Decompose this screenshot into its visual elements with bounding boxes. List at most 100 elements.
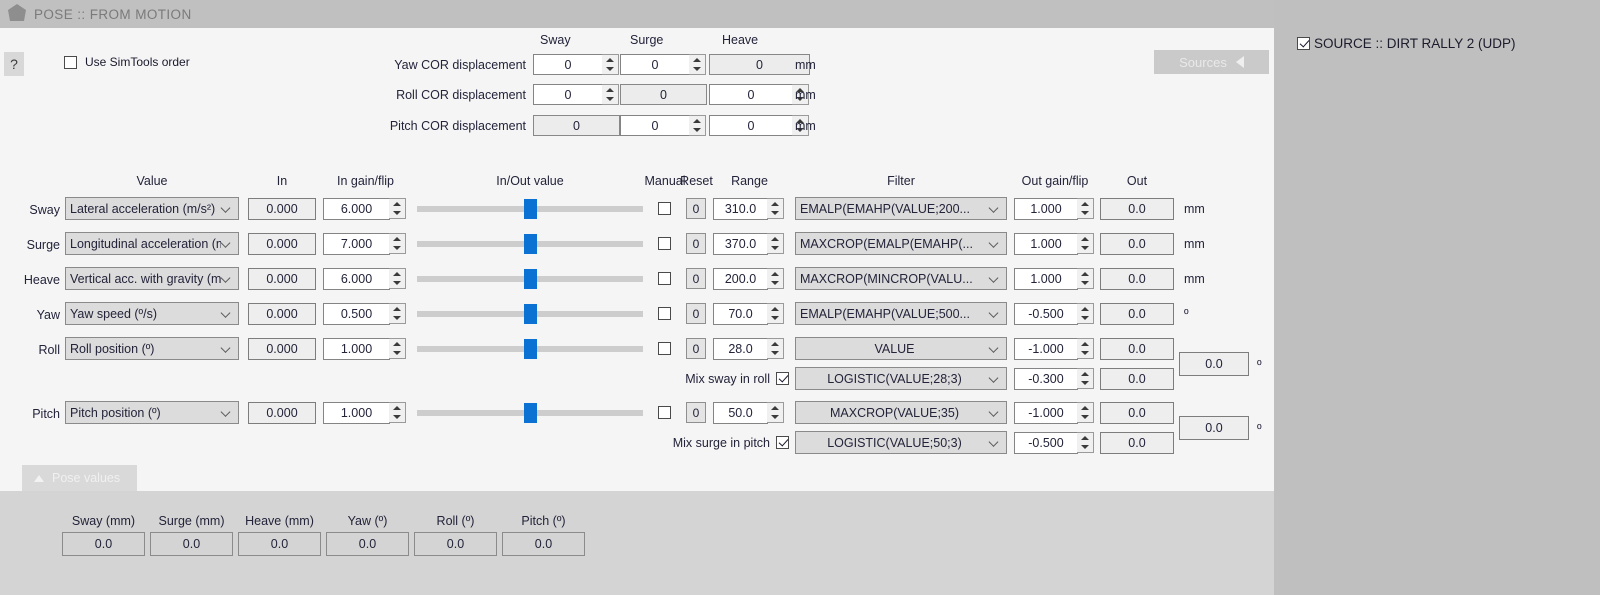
range-spinner-roll[interactable] bbox=[767, 338, 784, 359]
reset-button-roll[interactable]: 0 bbox=[686, 338, 706, 359]
out-gain-input-surge[interactable]: 1.000 bbox=[1014, 233, 1078, 255]
in-gain-input-surge[interactable]: 7.000 bbox=[323, 233, 390, 255]
source-enabled-checkbox[interactable] bbox=[1297, 37, 1310, 50]
slider-thumb-heave[interactable] bbox=[523, 269, 537, 289]
in-gain-spinner-yaw[interactable] bbox=[389, 303, 406, 324]
range-spinner-surge[interactable] bbox=[767, 233, 784, 254]
manual-checkbox-heave[interactable] bbox=[658, 272, 671, 285]
value-select-roll[interactable]: Roll position (º) bbox=[65, 337, 239, 360]
range-spinner-yaw[interactable] bbox=[767, 303, 784, 324]
out-gain-input-sway[interactable]: 1.000 bbox=[1014, 198, 1078, 220]
reset-button-sway[interactable]: 0 bbox=[686, 198, 706, 219]
mix-checkbox-mix-sway-in-roll[interactable] bbox=[776, 372, 789, 385]
out-gain-spinner-surge[interactable] bbox=[1077, 233, 1094, 254]
mix-out-gain-spinner-mix-surge-in-pitch[interactable] bbox=[1077, 432, 1094, 453]
manual-checkbox-surge[interactable] bbox=[658, 237, 671, 250]
slider-thumb-surge[interactable] bbox=[523, 234, 537, 254]
slider-thumb-sway[interactable] bbox=[523, 199, 537, 219]
range-input-yaw[interactable]: 70.0 bbox=[713, 303, 768, 325]
slider-thumb-roll[interactable] bbox=[523, 339, 537, 359]
in-gain-spinner-surge[interactable] bbox=[389, 233, 406, 254]
out-gain-input-heave[interactable]: 1.000 bbox=[1014, 268, 1078, 290]
in-gain-spinner-pitch[interactable] bbox=[389, 402, 406, 423]
out-gain-spinner-roll[interactable] bbox=[1077, 338, 1094, 359]
in-gain-spinner-roll[interactable] bbox=[389, 338, 406, 359]
range-input-pitch[interactable]: 50.0 bbox=[713, 402, 768, 424]
mix-filter-select-mix-surge-in-pitch[interactable]: LOGISTIC(VALUE;50;3) bbox=[795, 431, 1007, 454]
cor-yaw-surge-spinner[interactable] bbox=[689, 54, 706, 75]
mix-out-gain-input-mix-surge-in-pitch[interactable]: -0.500 bbox=[1014, 432, 1078, 454]
inout-slider-pitch[interactable] bbox=[417, 402, 643, 424]
cor-pitch-surge-spinner[interactable] bbox=[689, 115, 706, 136]
chevron-down-icon bbox=[989, 368, 1002, 389]
inout-slider-sway[interactable] bbox=[417, 198, 643, 220]
reset-button-pitch[interactable]: 0 bbox=[686, 402, 706, 423]
value-select-yaw[interactable]: Yaw speed (º/s) bbox=[65, 302, 239, 325]
range-input-heave[interactable]: 200.0 bbox=[713, 268, 768, 290]
in-gain-input-yaw[interactable]: 0.500 bbox=[323, 303, 390, 325]
filter-select-roll[interactable]: VALUE bbox=[795, 337, 1007, 360]
manual-checkbox-roll[interactable] bbox=[658, 342, 671, 355]
slider-thumb-pitch[interactable] bbox=[523, 403, 537, 423]
inout-slider-heave[interactable] bbox=[417, 268, 643, 290]
source-dirt-rally-2-row[interactable]: SOURCE :: DIRT RALLY 2 (UDP) bbox=[1297, 36, 1516, 51]
out-gain-spinner-sway[interactable] bbox=[1077, 198, 1094, 219]
range-input-roll[interactable]: 28.0 bbox=[713, 338, 768, 360]
in-gain-input-roll[interactable]: 1.000 bbox=[323, 338, 390, 360]
out-gain-spinner-yaw[interactable] bbox=[1077, 303, 1094, 324]
cor-roll-sway-input[interactable]: 0 bbox=[533, 84, 603, 105]
cor-yaw-sway-input[interactable]: 0 bbox=[533, 54, 603, 75]
in-gain-input-sway[interactable]: 6.000 bbox=[323, 198, 390, 220]
inout-slider-roll[interactable] bbox=[417, 338, 643, 360]
out-gain-spinner-heave[interactable] bbox=[1077, 268, 1094, 289]
range-spinner-pitch[interactable] bbox=[767, 402, 784, 423]
range-input-surge[interactable]: 370.0 bbox=[713, 233, 768, 255]
value-select-surge[interactable]: Longitudinal acceleration (m bbox=[65, 232, 239, 255]
value-select-heave[interactable]: Vertical acc. with gravity (m bbox=[65, 267, 239, 290]
filter-select-pitch[interactable]: MAXCROP(VALUE;35) bbox=[795, 401, 1007, 424]
manual-checkbox-sway[interactable] bbox=[658, 202, 671, 215]
in-gain-spinner-sway[interactable] bbox=[389, 198, 406, 219]
in-gain-spinner-heave[interactable] bbox=[389, 268, 406, 289]
range-input-sway[interactable]: 310.0 bbox=[713, 198, 768, 220]
range-spinner-heave[interactable] bbox=[767, 268, 784, 289]
reset-button-surge[interactable]: 0 bbox=[686, 233, 706, 254]
filter-select-yaw[interactable]: EMALP(EMAHP(VALUE;500... bbox=[795, 302, 1007, 325]
simtools-order-checkbox[interactable] bbox=[64, 55, 77, 69]
pose-value-field-pitch: 0.0 bbox=[502, 532, 585, 556]
mix-checkbox-mix-surge-in-pitch[interactable] bbox=[776, 436, 789, 449]
mix-out-gain-input-mix-sway-in-roll[interactable]: -0.300 bbox=[1014, 368, 1078, 390]
mix-filter-select-mix-sway-in-roll[interactable]: LOGISTIC(VALUE;28;3) bbox=[795, 367, 1007, 390]
slider-thumb-yaw[interactable] bbox=[523, 304, 537, 324]
out-gain-input-yaw[interactable]: -0.500 bbox=[1014, 303, 1078, 325]
out-gain-spinner-pitch[interactable] bbox=[1077, 402, 1094, 423]
filter-select-sway[interactable]: EMALP(EMAHP(VALUE;200... bbox=[795, 197, 1007, 220]
in-gain-input-heave[interactable]: 6.000 bbox=[323, 268, 390, 290]
value-select-pitch[interactable]: Pitch position (º) bbox=[65, 401, 239, 424]
mix-out-gain-spinner-mix-sway-in-roll[interactable] bbox=[1077, 368, 1094, 389]
out-gain-input-pitch[interactable]: -1.000 bbox=[1014, 402, 1078, 424]
simtools-order-row[interactable]: Use SimTools order bbox=[64, 55, 190, 69]
manual-checkbox-pitch[interactable] bbox=[658, 406, 671, 419]
pose-values-tab[interactable]: Pose values bbox=[22, 465, 137, 491]
out-gain-input-roll[interactable]: -1.000 bbox=[1014, 338, 1078, 360]
reset-button-yaw[interactable]: 0 bbox=[686, 303, 706, 324]
value-select-sway[interactable]: Lateral acceleration (m/s²) bbox=[65, 197, 239, 220]
cor-pitch-surge-input[interactable]: 0 bbox=[620, 115, 690, 136]
filter-select-heave[interactable]: MAXCROP(MINCROP(VALU... bbox=[795, 267, 1007, 290]
range-spinner-sway[interactable] bbox=[767, 198, 784, 219]
cor-pitch-heave-input[interactable]: 0 bbox=[709, 115, 793, 136]
sources-button[interactable]: Sources bbox=[1154, 50, 1269, 74]
manual-checkbox-yaw[interactable] bbox=[658, 307, 671, 320]
cor-roll-heave-input[interactable]: 0 bbox=[709, 84, 793, 105]
inout-slider-yaw[interactable] bbox=[417, 303, 643, 325]
cor-yaw-surge-input[interactable]: 0 bbox=[620, 54, 690, 75]
grid-header-inout: In/Out value bbox=[496, 174, 564, 188]
cor-yaw-sway-spinner[interactable] bbox=[602, 54, 619, 75]
reset-button-heave[interactable]: 0 bbox=[686, 268, 706, 289]
inout-slider-surge[interactable] bbox=[417, 233, 643, 255]
filter-select-surge[interactable]: MAXCROP(EMALP(EMAHP(... bbox=[795, 232, 1007, 255]
cor-roll-sway-spinner[interactable] bbox=[602, 84, 619, 105]
help-button[interactable]: ? bbox=[4, 52, 24, 76]
in-gain-input-pitch[interactable]: 1.000 bbox=[323, 402, 390, 424]
